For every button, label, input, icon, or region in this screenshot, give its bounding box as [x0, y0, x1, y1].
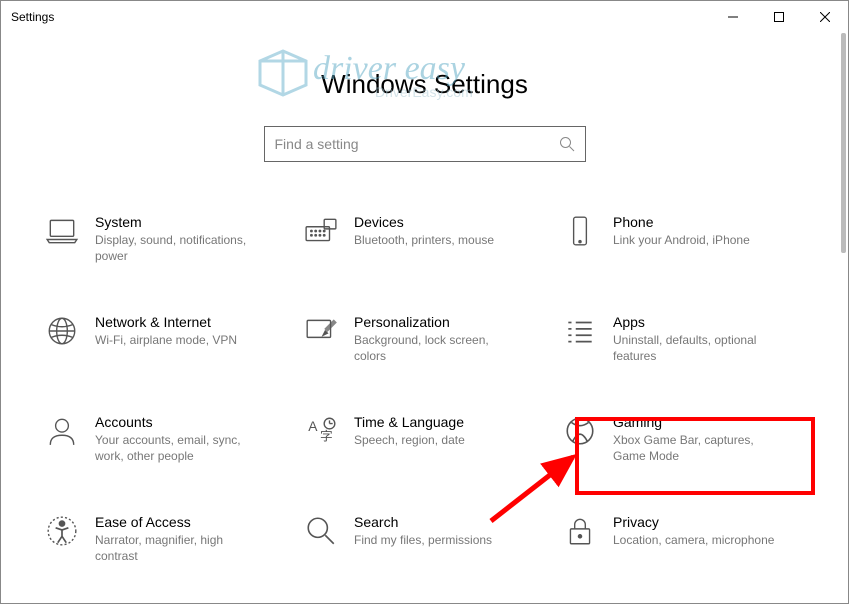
tile-system[interactable]: System Display, sound, notifications, pow… — [41, 210, 290, 270]
tile-title: Time & Language — [354, 414, 545, 430]
watermark-text: driver easy — [313, 50, 466, 87]
tile-title: Personalization — [354, 314, 545, 330]
window-title: Settings — [11, 10, 710, 24]
tile-gaming[interactable]: Gaming Xbox Game Bar, captures, Game Mode — [559, 410, 808, 470]
tile-desc: Speech, region, date — [354, 433, 524, 449]
tile-title: Search — [354, 514, 545, 530]
tile-ease-of-access[interactable]: Ease of Access Narrator, magnifier, high … — [41, 510, 290, 570]
magnifier-icon — [304, 514, 338, 548]
tile-desc: Uninstall, defaults, optional features — [613, 333, 783, 364]
search-icon — [559, 136, 575, 152]
tile-title: Apps — [613, 314, 804, 330]
tile-accounts[interactable]: Accounts Your accounts, email, sync, work… — [41, 410, 290, 470]
tile-title: Accounts — [95, 414, 286, 430]
person-icon — [45, 414, 79, 448]
search-container — [1, 126, 848, 162]
tile-desc: Find my files, permissions — [354, 533, 524, 549]
svg-text:字: 字 — [320, 429, 333, 444]
tile-desc: Link your Android, iPhone — [613, 233, 783, 249]
tile-desc: Background, lock screen, colors — [354, 333, 524, 364]
tile-title: Devices — [354, 214, 545, 230]
tile-desc: Xbox Game Bar, captures, Game Mode — [613, 433, 783, 464]
maximize-button[interactable] — [756, 1, 802, 33]
tile-desc: Your accounts, email, sync, work, other … — [95, 433, 265, 464]
close-button[interactable] — [802, 1, 848, 33]
watermark-sub: DriverEasy.com — [375, 84, 473, 100]
tile-title: Privacy — [613, 514, 804, 530]
watermark: driver easy DriverEasy.com — [255, 43, 595, 106]
list-icon — [563, 314, 597, 348]
tile-devices[interactable]: Devices Bluetooth, printers, mouse — [300, 210, 549, 270]
tile-apps[interactable]: Apps Uninstall, defaults, optional featur… — [559, 310, 808, 370]
phone-icon — [563, 214, 597, 248]
tile-network[interactable]: Network & Internet Wi-Fi, airplane mode, … — [41, 310, 290, 370]
tile-phone[interactable]: Phone Link your Android, iPhone — [559, 210, 808, 270]
tile-time-language[interactable]: A字 Time & Language Speech, region, date — [300, 410, 549, 470]
tile-title: System — [95, 214, 286, 230]
time-language-icon: A字 — [304, 414, 338, 448]
search-box[interactable] — [264, 126, 586, 162]
globe-icon — [45, 314, 79, 348]
lock-icon — [563, 514, 597, 548]
keyboard-icon — [304, 214, 338, 248]
window-controls — [710, 1, 848, 33]
tile-desc: Location, camera, microphone — [613, 533, 783, 549]
close-icon — [820, 12, 830, 22]
minimize-icon — [728, 12, 738, 22]
minimize-button[interactable] — [710, 1, 756, 33]
tile-personalization[interactable]: Personalization Background, lock screen, … — [300, 310, 549, 370]
settings-window: Settings driver easy DriverEasy.com — [0, 0, 849, 604]
tile-title: Ease of Access — [95, 514, 286, 530]
scrollbar[interactable] — [841, 33, 846, 253]
tile-title: Network & Internet — [95, 314, 286, 330]
accessibility-icon — [45, 514, 79, 548]
tile-search[interactable]: Search Find my files, permissions — [300, 510, 549, 570]
tile-desc: Wi-Fi, airplane mode, VPN — [95, 333, 265, 349]
settings-grid: System Display, sound, notifications, pow… — [1, 210, 848, 570]
tile-desc: Narrator, magnifier, high contrast — [95, 533, 265, 564]
tile-desc: Bluetooth, printers, mouse — [354, 233, 524, 249]
paintbrush-icon — [304, 314, 338, 348]
xbox-icon — [563, 414, 597, 448]
maximize-icon — [774, 12, 784, 22]
tile-privacy[interactable]: Privacy Location, camera, microphone — [559, 510, 808, 570]
laptop-icon — [45, 214, 79, 248]
tile-desc: Display, sound, notifications, power — [95, 233, 265, 264]
titlebar: Settings — [1, 1, 848, 33]
svg-text:A: A — [308, 418, 318, 434]
content-area: driver easy DriverEasy.com Windows Setti… — [1, 33, 848, 603]
search-input[interactable] — [275, 136, 559, 152]
tile-title: Phone — [613, 214, 804, 230]
tile-title: Gaming — [613, 414, 804, 430]
